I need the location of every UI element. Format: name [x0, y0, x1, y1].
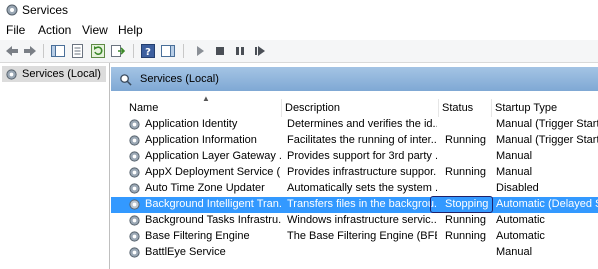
service-gear-icon [128, 166, 141, 179]
service-status: Running [445, 230, 486, 242]
services-gear-icon [5, 3, 19, 17]
service-name: Application Information [145, 134, 257, 146]
services-gear-icon [5, 68, 18, 81]
column-header-startup-type[interactable]: Startup Type [495, 102, 557, 114]
table-row[interactable]: BattlEye Service Manual [111, 245, 598, 261]
pause-service-icon[interactable] [232, 43, 248, 59]
table-row[interactable]: Auto Time Zone Updater Automatically set… [111, 181, 598, 197]
tree-item-services-local[interactable]: Services (Local) [2, 66, 106, 82]
service-status: Running [445, 134, 486, 146]
service-name: AppX Deployment Service (... [145, 166, 281, 178]
service-description: Provides infrastructure suppor... [287, 166, 437, 178]
console-tree-icon[interactable] [50, 43, 66, 59]
service-name: Background Intelligent Tran... [145, 198, 281, 210]
window-title: Services [22, 3, 69, 17]
column-divider[interactable] [281, 99, 282, 117]
show-action-pane-icon[interactable] [160, 43, 176, 59]
title-bar: Services [0, 0, 598, 20]
services-list-pane: Services (Local) ▲ Name Description Stat… [111, 63, 598, 269]
panel-title: Services (Local) [140, 73, 219, 85]
sort-ascending-icon: ▲ [202, 94, 210, 103]
service-description: Automatically sets the system ... [287, 182, 437, 194]
toolbar-separator [43, 44, 44, 58]
toolbar-separator [133, 44, 134, 58]
table-row[interactable]: Application Information Facilitates the … [111, 133, 598, 149]
service-gear-icon [128, 150, 141, 163]
menu-bar: File Action View Help [0, 20, 598, 39]
service-name: Application Layer Gateway ... [145, 150, 281, 162]
toolbar: ? [0, 40, 598, 63]
back-arrow-icon[interactable] [4, 43, 20, 59]
help-icon[interactable]: ? [140, 43, 156, 59]
forward-arrow-icon[interactable] [22, 43, 38, 59]
service-gear-icon [128, 198, 141, 211]
column-divider[interactable] [491, 99, 492, 117]
service-startup-type: Manual [496, 166, 533, 178]
service-name: Auto Time Zone Updater [145, 182, 265, 194]
restart-service-icon[interactable] [252, 43, 268, 59]
service-gear-icon [128, 246, 141, 259]
toolbar-separator [183, 44, 184, 58]
service-gear-icon [128, 182, 141, 195]
service-description: The Base Filtering Engine (BFE... [287, 230, 437, 242]
column-header-description[interactable]: Description [285, 102, 340, 114]
service-description: Provides support for 3rd party ... [287, 150, 437, 162]
service-description: Determines and verifies the id... [287, 118, 437, 130]
tree-item-label: Services (Local) [22, 68, 101, 80]
service-description: Facilitates the running of inter... [287, 134, 437, 146]
column-header-status[interactable]: Status [442, 102, 473, 114]
table-row-selected[interactable]: Background Intelligent Tran... Transfers… [111, 196, 598, 213]
service-name: Base Filtering Engine [145, 230, 250, 242]
table-row[interactable]: Base Filtering Engine The Base Filtering… [111, 229, 598, 245]
table-row[interactable]: Application Identity Determines and veri… [111, 117, 598, 133]
service-startup-type: Automatic [496, 230, 545, 242]
panel-header-banner: Services (Local) [111, 67, 598, 91]
column-header-name[interactable]: Name [129, 102, 158, 114]
menu-file[interactable]: File [6, 23, 25, 37]
stop-service-icon[interactable] [212, 43, 228, 59]
service-startup-type: Manual [496, 246, 533, 258]
menu-action[interactable]: Action [38, 23, 71, 37]
service-description: Windows infrastructure servic... [287, 214, 437, 226]
console-tree-pane: Services (Local) [0, 63, 110, 269]
menu-help[interactable]: Help [118, 23, 143, 37]
table-row[interactable]: AppX Deployment Service (... Provides in… [111, 165, 598, 181]
service-startup-type: Automatic (Delayed S [496, 198, 598, 210]
properties-icon[interactable] [70, 43, 86, 59]
search-icon [119, 73, 132, 86]
service-name: BattlEye Service [145, 246, 226, 258]
service-startup-type: Automatic [496, 214, 545, 226]
svg-text:?: ? [145, 47, 151, 58]
service-status: Running [445, 166, 486, 178]
service-startup-type: Manual (Trigger Start) [496, 118, 598, 130]
menu-view[interactable]: View [82, 23, 108, 37]
export-list-icon[interactable] [110, 43, 126, 59]
table-row[interactable]: Background Tasks Infrastru... Windows in… [111, 213, 598, 229]
start-service-icon[interactable] [192, 43, 208, 59]
service-startup-type: Disabled [496, 182, 539, 194]
refresh-icon[interactable] [90, 43, 106, 59]
service-name: Application Identity [145, 118, 238, 130]
service-gear-icon [128, 214, 141, 227]
column-divider[interactable] [438, 99, 439, 117]
table-row[interactable]: Application Layer Gateway ... Provides s… [111, 149, 598, 165]
service-startup-type: Manual [496, 150, 533, 162]
service-gear-icon [128, 118, 141, 131]
service-gear-icon [128, 230, 141, 243]
service-name: Background Tasks Infrastru... [145, 214, 281, 226]
service-description: Transfers files in the backgrou... [287, 198, 437, 210]
service-gear-icon [128, 134, 141, 147]
service-startup-type: Manual (Trigger Start) [496, 134, 598, 146]
service-status: Stopping [445, 198, 489, 210]
service-status: Running [445, 214, 486, 226]
